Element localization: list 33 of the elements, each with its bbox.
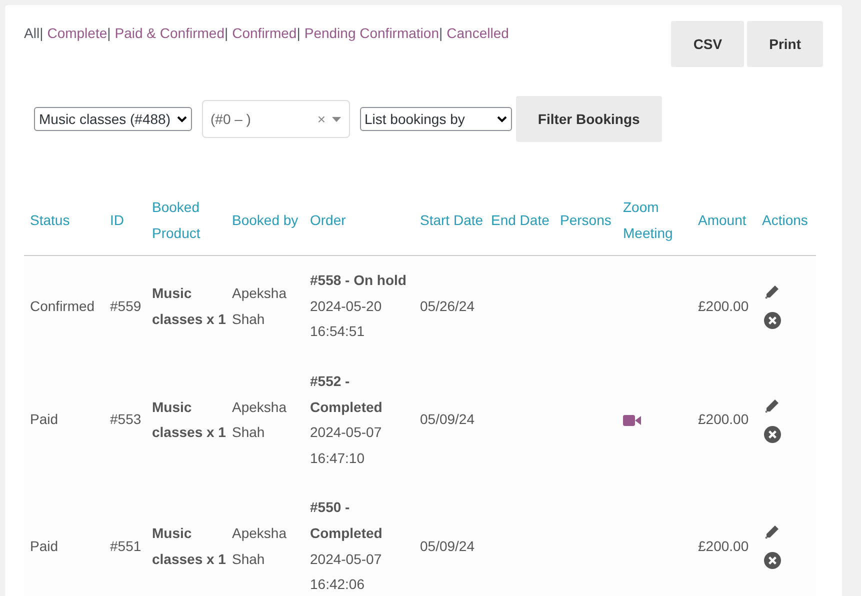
cancel-icon[interactable] [764,312,781,330]
chevron-down-icon [496,116,507,122]
status-filter-link[interactable]: Cancelled [446,25,509,41]
separator: | [224,25,228,41]
separator: | [107,25,111,41]
order-date: 2024-05-20 16:54:51 [310,296,383,342]
order-date: 2024-05-07 16:42:06 [310,550,383,594]
status-filter-link[interactable]: Complete [47,25,108,41]
order-date: 2024-05-07 16:47:10 [310,423,383,468]
resource-combobox[interactable]: (#0 – ) × [202,100,350,138]
order-title: #550 - Completed [310,498,384,543]
edit-icon[interactable] [764,524,780,540]
edit-icon[interactable] [764,284,780,300]
status-filter-link[interactable]: Paid & Confirmed [114,25,224,41]
list-by-select[interactable]: List bookings by [360,107,512,131]
product-select[interactable]: Music classes (#488) [34,107,192,131]
filter-bookings-button[interactable]: Filter Bookings [516,96,662,142]
order-title: #558 - On hold [310,271,408,290]
status-filter-link[interactable]: All [24,25,40,41]
cancel-icon[interactable] [764,426,781,443]
video-camera-icon[interactable] [623,414,641,426]
separator: | [296,25,300,41]
order-title: #552 - Completed [310,372,384,417]
cancel-icon[interactable] [764,552,781,570]
edit-icon[interactable] [764,398,780,414]
separator: | [439,25,443,41]
export-button[interactable]: CSV [671,21,744,67]
status-filter-link[interactable]: Confirmed [232,25,297,41]
export-button[interactable]: Print [747,21,823,67]
status-filter-link[interactable]: Pending Confirmation [304,25,439,41]
caret-icon [332,116,340,122]
separator: | [40,25,44,41]
chevron-down-icon [176,116,186,122]
